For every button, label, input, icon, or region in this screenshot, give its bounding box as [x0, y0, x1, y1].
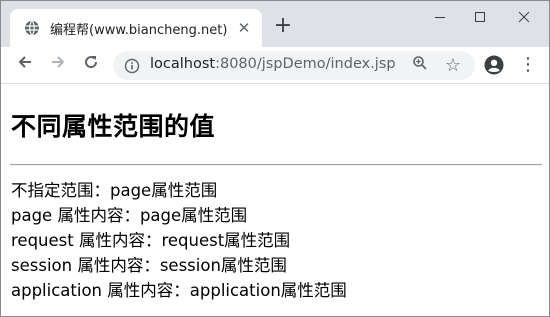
horizontal-rule [10, 164, 542, 166]
forward-arrow-icon [52, 56, 65, 68]
maximize-icon [475, 12, 485, 22]
bookmark-star-icon[interactable]: ☆ [442, 55, 464, 77]
reload-button[interactable] [79, 53, 103, 77]
new-tab-button[interactable]: + [271, 15, 295, 39]
tab-active[interactable]: 编程帮(www.biancheng.net) ✕ [10, 9, 262, 47]
tab-close-icon[interactable]: ✕ [234, 18, 254, 38]
toolbar: localhost:8080/jspDemo/index.jsp ☆ ⋮ [1, 47, 549, 84]
tab-title: 编程帮(www.biancheng.net) [50, 23, 228, 38]
back-arrow-icon [18, 56, 31, 68]
url-path: :8080/jspDemo/index.jsp [215, 56, 396, 72]
zoom-button[interactable] [409, 55, 431, 77]
page-content: 不同属性范围的值 不指定范围：page属性范围 page 属性内容：page属性… [1, 85, 549, 316]
browser-window: 编程帮(www.biancheng.net) ✕ + localhost:808… [0, 0, 550, 317]
maximize-button[interactable] [462, 7, 498, 29]
list-item: page 属性内容：page属性范围 [11, 206, 248, 225]
zoom-icon [413, 56, 427, 70]
list-item: session 属性内容：session属性范围 [11, 256, 287, 275]
list-item: application 属性内容：application属性范围 [11, 281, 347, 300]
tab-strip: 编程帮(www.biancheng.net) ✕ + [1, 1, 549, 47]
close-icon [518, 11, 530, 23]
reload-icon [85, 56, 98, 69]
globe-icon [24, 20, 40, 36]
page-heading: 不同属性范围的值 [11, 112, 216, 141]
forward-button[interactable] [46, 53, 70, 77]
menu-kebab-icon[interactable]: ⋮ [516, 53, 540, 77]
address-bar[interactable]: localhost:8080/jspDemo/index.jsp ☆ [113, 51, 475, 80]
profile-icon[interactable] [484, 55, 504, 75]
list-item: 不指定范围：page属性范围 [11, 181, 218, 200]
minimize-icon [435, 17, 445, 18]
close-window-button[interactable] [506, 7, 542, 29]
info-icon[interactable] [124, 58, 140, 74]
back-button[interactable] [13, 53, 37, 77]
list-item: request 属性内容：request属性范围 [11, 231, 291, 250]
url-text: localhost:8080/jspDemo/index.jsp [150, 56, 396, 72]
attribute-value-list: 不指定范围：page属性范围 page 属性内容：page属性范围 reques… [11, 178, 347, 303]
minimize-button[interactable] [422, 7, 458, 29]
url-host: localhost [150, 56, 216, 72]
